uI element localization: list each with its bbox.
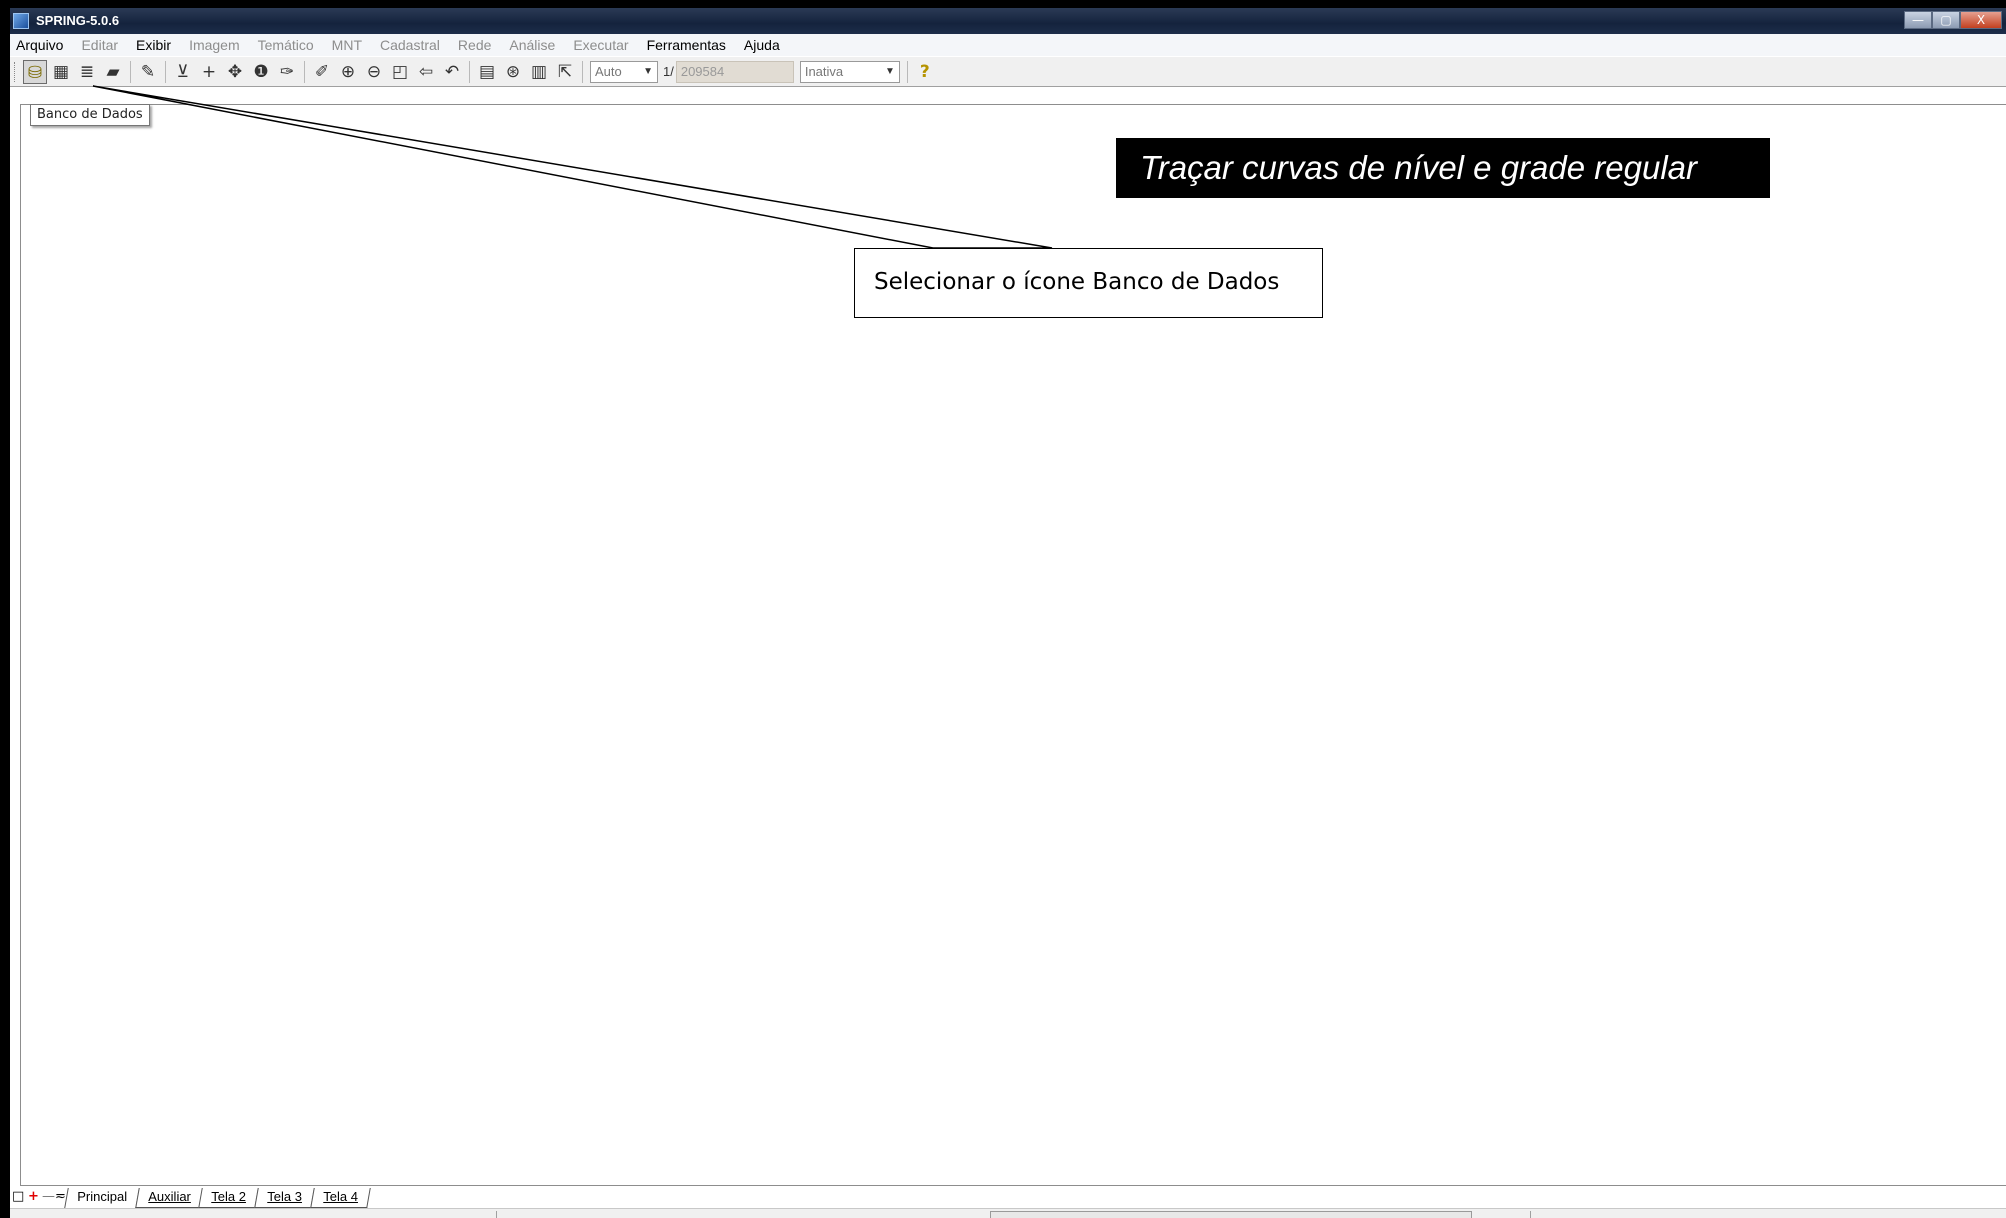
status-divider (1530, 1211, 1531, 1218)
cursor-icon[interactable]: + (197, 60, 221, 84)
back-icon[interactable]: ⇦ (414, 60, 438, 84)
menu-imagem[interactable]: Imagem (180, 37, 249, 53)
zoom-area-icon[interactable]: ◰ (388, 60, 412, 84)
pan-icon[interactable]: ✥ (223, 60, 247, 84)
tool-icon[interactable]: ✑ (275, 60, 299, 84)
display-icon[interactable]: ▤ (475, 60, 499, 84)
zoom-select-icon[interactable]: ⊛ (501, 60, 525, 84)
progress-bar (990, 1211, 1472, 1218)
menu-executar[interactable]: Executar (564, 37, 637, 53)
undo-icon[interactable]: ↶ (440, 60, 464, 84)
menu-cadastral[interactable]: Cadastral (371, 37, 449, 53)
slide-title-banner: Traçar curvas de nível e grade regular (1116, 138, 1770, 198)
status-bar (10, 1208, 2006, 1218)
tab-label: Tela 4 (323, 1189, 358, 1204)
tab-auxiliar[interactable]: Auxiliar (135, 1188, 204, 1208)
chevron-down-icon: ▼ (884, 65, 895, 77)
scale-value-field[interactable]: 209584 (675, 60, 794, 83)
scale-mode-select[interactable]: Auto ▼ (590, 60, 658, 83)
zoom-in-icon[interactable]: ⊕ (336, 60, 360, 84)
project-icon[interactable]: ▦ (49, 60, 73, 84)
mode-select[interactable]: Inativa ▼ (799, 60, 900, 83)
toolbar-separator (582, 60, 583, 83)
screen-tabs: Principal Auxiliar Tela 2 Tela 3 Tela 4 (64, 1188, 371, 1208)
mode-value: Inativa (804, 63, 844, 79)
close-button[interactable]: X (1960, 11, 2002, 29)
toolbar-grip[interactable] (14, 61, 18, 82)
help-icon[interactable]: ? (913, 60, 937, 84)
zoom-out-icon[interactable]: ⊖ (362, 60, 386, 84)
title-bar: SPRING-5.0.6 — ▢ X (10, 8, 2006, 34)
scale-prefix: 1/ (663, 64, 674, 79)
toolbar-separator (165, 60, 166, 83)
tab-label: Tela 2 (211, 1189, 247, 1204)
window-icon[interactable]: □ (12, 1190, 24, 1204)
tab-principal[interactable]: Principal (64, 1188, 140, 1208)
save-icon[interactable]: ⊻ (171, 60, 195, 84)
menu-arquivo[interactable]: Arquivo (10, 37, 72, 53)
minimize-button[interactable]: — (1904, 11, 1932, 29)
toolbar-separator (906, 60, 908, 83)
grid-icon[interactable]: ▥ (527, 60, 551, 84)
status-divider (496, 1211, 497, 1218)
toolbar-separator (469, 60, 470, 83)
menu-rede[interactable]: Rede (449, 37, 500, 53)
app-icon (13, 13, 29, 29)
tab-label: Auxiliar (148, 1189, 191, 1204)
menu-exibir[interactable]: Exibir (127, 37, 180, 53)
draw-icon[interactable]: ✎ (136, 60, 160, 84)
eraser-icon[interactable]: ▰ (101, 60, 125, 84)
menu-ferramentas[interactable]: Ferramentas (638, 37, 735, 53)
instruction-callout: Selecionar o ícone Banco de Dados (854, 248, 1323, 318)
toolbar-separator (130, 60, 131, 83)
tab-tela-3[interactable]: Tela 3 (254, 1188, 315, 1208)
remove-tab-icon[interactable]: — (42, 1190, 55, 1204)
database-icon[interactable]: ⛁ (23, 59, 47, 84)
layers-icon[interactable]: ≣ (75, 60, 99, 84)
tooltip: Banco de Dados (30, 104, 150, 126)
menu-bar: Arquivo Editar Exibir Imagem Temático MNT Cada… (10, 34, 2006, 56)
screen-tab-bar: □ + — ≂ Principal Auxiliar Tela 2 Tela 3 Tel… (10, 1188, 2006, 1208)
scale-mode-value: Auto (595, 63, 622, 79)
menu-analise[interactable]: Análise (500, 37, 564, 53)
pencil-icon[interactable]: ✐ (310, 60, 334, 84)
toolbar: ⛁ ▦ ≣ ▰ ✎ ⊻ + ✥ ❶ ✑ ✐ ⊕ ⊖ ◰ ⇦ ↶ ▤ ⊛ ▥ ⇱ … (10, 57, 2006, 87)
window-title: SPRING-5.0.6 (36, 13, 120, 28)
add-tab-icon[interactable]: + (28, 1190, 39, 1204)
tab-label: Principal (77, 1189, 128, 1204)
menu-editar[interactable]: Editar (72, 37, 127, 53)
tab-tela-2[interactable]: Tela 2 (198, 1188, 259, 1208)
tab-tela-4[interactable]: Tela 4 (310, 1188, 371, 1208)
menu-tematico[interactable]: Temático (249, 37, 323, 53)
menu-ajuda[interactable]: Ajuda (735, 37, 789, 53)
restore-button[interactable]: ▢ (1932, 11, 1960, 29)
toolbar-separator (304, 60, 305, 83)
window-controls: — ▢ X (1904, 11, 2002, 29)
chevron-down-icon: ▼ (643, 65, 653, 77)
menu-mnt[interactable]: MNT (323, 37, 371, 53)
tab-label: Tela 3 (267, 1189, 303, 1204)
pointer-icon[interactable]: ⇱ (553, 60, 577, 84)
info-icon[interactable]: ❶ (249, 60, 273, 84)
